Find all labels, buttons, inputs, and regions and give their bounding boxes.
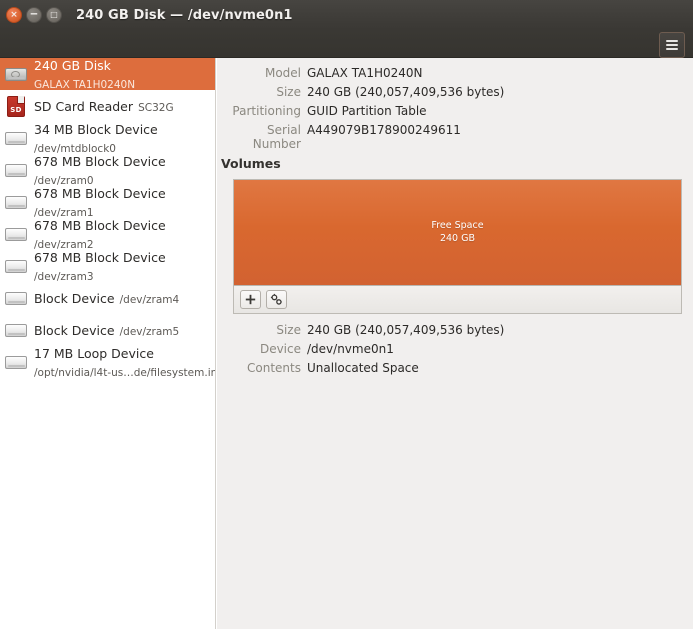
block-device-icon [3, 285, 29, 311]
hamburger-icon [666, 40, 678, 50]
block-device-icon [3, 125, 29, 151]
field-label: Serial Number [252, 123, 301, 151]
sd-card-icon: SD [3, 93, 29, 119]
field-value: Unallocated Space [307, 361, 419, 375]
block-device-icon [3, 349, 29, 375]
device-name: 678 MB Block Device [34, 185, 166, 201]
block-device-icon [3, 157, 29, 183]
field-label: Device [259, 342, 301, 356]
device-list-item-loop-device[interactable]: 17 MB Loop Device /opt/nvidia/l4t-us…de/… [0, 345, 216, 379]
volume-segment-size: 240 GB [439, 232, 475, 244]
sd-card-badge: SD [10, 106, 22, 114]
field-label: Model [264, 66, 301, 80]
device-subtitle: GALAX TA1H0240N [34, 79, 136, 91]
additional-partition-options-button[interactable] [266, 290, 287, 309]
device-list-item-sd-card-reader[interactable]: SD SD Card Reader SC32G [0, 90, 215, 122]
field-value: GUID Partition Table [307, 104, 427, 118]
field-value: 240 GB (240,057,409,536 bytes) [307, 85, 505, 99]
close-button[interactable]: × [6, 7, 22, 23]
device-list-item-zram5[interactable]: Block Device /dev/zram5 [0, 314, 215, 346]
device-subtitle: /dev/zram5 [119, 325, 180, 338]
block-device-icon [3, 253, 29, 279]
field-label: Contents [247, 361, 301, 375]
minimize-button[interactable]: ‒ [26, 7, 42, 23]
device-name: 678 MB Block Device [34, 153, 166, 169]
field-value: GALAX TA1H0240N [307, 66, 423, 80]
device-subtitle: /opt/nvidia/l4t-us…de/filesystem.img [34, 367, 216, 379]
window-titlebar: × ‒ □ 240 GB Disk — /dev/nvme0n1 [0, 0, 693, 30]
drive-info-row-model: Model GALAX TA1H0240N [217, 66, 693, 85]
block-device-icon [3, 317, 29, 343]
volumes-widget: Free Space 240 GB [233, 179, 682, 314]
window-title: 240 GB Disk — /dev/nvme0n1 [76, 7, 293, 23]
volume-segment-free-space[interactable]: Free Space 240 GB [234, 180, 681, 286]
device-subtitle: /dev/zram3 [34, 271, 94, 283]
volume-toolbar [234, 286, 681, 313]
field-label: Size [276, 85, 301, 99]
device-list-item-zram2[interactable]: 678 MB Block Device /dev/zram2 [0, 217, 215, 251]
create-partition-button[interactable] [240, 290, 261, 309]
device-name: 240 GB Disk [34, 58, 111, 73]
drive-info-row-serial-number: Serial Number A449079B178900249611 [217, 123, 693, 151]
device-name: SD Card Reader [34, 98, 133, 114]
device-list-item-mtdblock0[interactable]: 34 MB Block Device /dev/mtdblock0 [0, 121, 215, 155]
block-device-icon [3, 189, 29, 215]
app-toolbar [0, 30, 693, 58]
field-value: A449079B178900249611 [307, 123, 461, 137]
device-subtitle: SC32G [138, 101, 174, 114]
device-list-item-zram1[interactable]: 678 MB Block Device /dev/zram1 [0, 185, 215, 219]
device-list-item-240-gb-disk[interactable]: 240 GB Disk GALAX TA1H0240N [0, 58, 215, 91]
device-list-item-zram4[interactable]: Block Device /dev/zram4 [0, 282, 215, 314]
device-list-item-zram0[interactable]: 678 MB Block Device /dev/zram0 [0, 153, 215, 187]
partition-info-row-device: Device /dev/nvme0n1 [217, 342, 693, 361]
device-name: 678 MB Block Device [34, 217, 166, 233]
drive-detail-panel: Model GALAX TA1H0240N Size 240 GB (240,0… [217, 58, 693, 629]
field-value: /dev/nvme0n1 [307, 342, 394, 356]
partition-info-row-size: Size 240 GB (240,057,409,536 bytes) [217, 323, 693, 342]
partition-info-table: Size 240 GB (240,057,409,536 bytes) Devi… [217, 323, 693, 380]
volumes-heading: Volumes [221, 156, 281, 171]
block-device-icon [3, 221, 29, 247]
partition-info-row-contents: Contents Unallocated Space [217, 361, 693, 380]
hard-disk-icon [3, 61, 29, 87]
app-menu-button[interactable] [659, 32, 685, 58]
device-list-sidebar[interactable]: 240 GB Disk GALAX TA1H0240N SD SD Card R… [0, 58, 216, 629]
maximize-button[interactable]: □ [46, 7, 62, 23]
minimize-icon: ‒ [30, 6, 38, 20]
drive-info-row-size: Size 240 GB (240,057,409,536 bytes) [217, 85, 693, 104]
device-subtitle: /dev/zram4 [119, 293, 180, 306]
device-name: 34 MB Block Device [34, 121, 158, 137]
field-label: Size [276, 323, 301, 337]
close-icon: × [10, 9, 18, 20]
device-list-item-zram3[interactable]: 678 MB Block Device /dev/zram3 [0, 249, 215, 283]
field-label: Partitioning [232, 104, 301, 118]
device-name: 678 MB Block Device [34, 249, 166, 265]
device-name: 17 MB Loop Device [34, 345, 154, 361]
device-name: Block Device [34, 322, 115, 338]
drive-info-row-partitioning: Partitioning GUID Partition Table [217, 104, 693, 123]
volume-segment-label: Free Space [431, 219, 484, 231]
field-value: 240 GB (240,057,409,536 bytes) [307, 323, 505, 337]
window-controls: × ‒ □ [6, 7, 62, 23]
drive-info-table: Model GALAX TA1H0240N Size 240 GB (240,0… [217, 66, 693, 151]
device-name: Block Device [34, 290, 115, 306]
maximize-icon: □ [50, 10, 58, 19]
